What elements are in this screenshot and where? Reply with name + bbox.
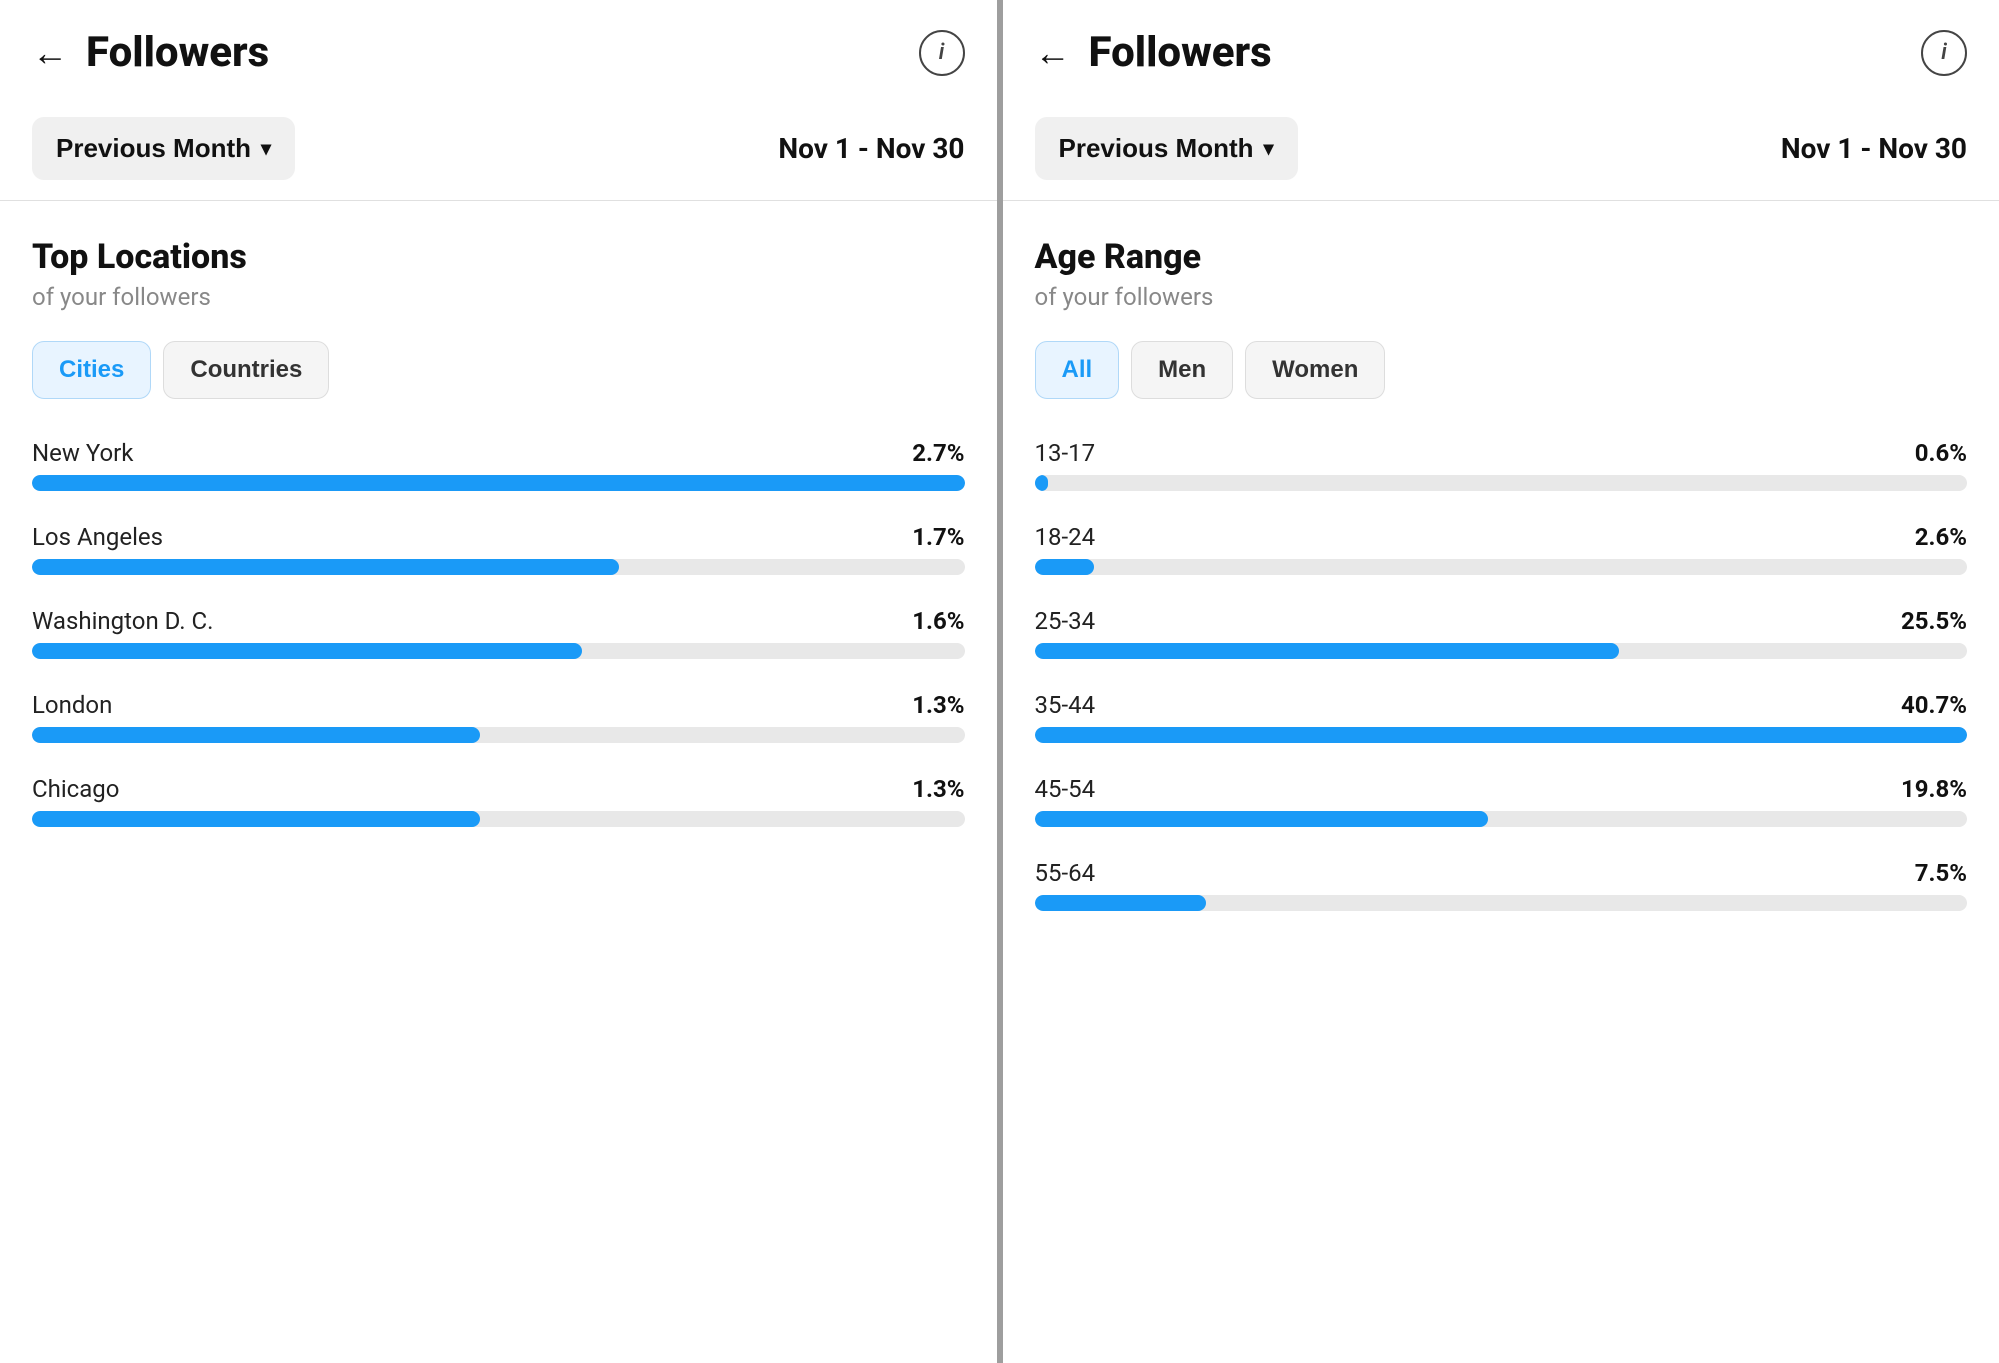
list-item: 25-34 25.5% xyxy=(1035,607,1968,659)
left-filter-row: Previous Month ▾ Nov 1 - Nov 30 xyxy=(0,97,997,201)
city-pct: 1.7% xyxy=(912,523,964,551)
bar-fill xyxy=(32,811,480,827)
bar-fill xyxy=(32,559,619,575)
list-item: 55-64 7.5% xyxy=(1035,859,1968,911)
age-range-label: 45-54 xyxy=(1035,775,1096,803)
city-pct: 1.3% xyxy=(912,691,964,719)
city-name: London xyxy=(32,691,112,719)
left-date-range: Nov 1 - Nov 30 xyxy=(778,132,964,165)
right-page-title: Followers xyxy=(1089,28,1272,77)
left-section-title: Top Locations xyxy=(32,237,965,277)
bar-track xyxy=(32,811,965,827)
right-date-range: Nov 1 - Nov 30 xyxy=(1781,132,1967,165)
right-back-button[interactable]: ← xyxy=(1035,35,1071,71)
tab-all[interactable]: All xyxy=(1035,341,1120,399)
right-period-button[interactable]: Previous Month ▾ xyxy=(1035,117,1298,180)
left-back-button[interactable]: ← xyxy=(32,35,68,71)
bar-track xyxy=(1035,643,1968,659)
bar-track xyxy=(1035,811,1968,827)
left-chevron-icon: ▾ xyxy=(261,136,271,161)
left-page-title: Followers xyxy=(86,28,269,77)
bar-track xyxy=(32,643,965,659)
age-range-pct: 7.5% xyxy=(1915,859,1967,887)
bar-track xyxy=(1035,895,1968,911)
city-name: New York xyxy=(32,439,133,467)
bar-track xyxy=(32,727,965,743)
bar-track xyxy=(1035,475,1968,491)
right-header-left: ← Followers xyxy=(1035,28,1272,77)
age-range-label: 55-64 xyxy=(1035,859,1096,887)
bar-fill xyxy=(1035,643,1620,659)
left-period-label: Previous Month xyxy=(56,133,251,164)
list-item: 35-44 40.7% xyxy=(1035,691,1968,743)
left-header: ← Followers i xyxy=(0,0,997,97)
list-item: Chicago 1.3% xyxy=(32,775,965,827)
city-name: Washington D. C. xyxy=(32,607,213,635)
city-name: Chicago xyxy=(32,775,119,803)
right-content: Age Range of your followers All Men Wome… xyxy=(1003,201,1999,1363)
bar-fill xyxy=(1035,559,1095,575)
tab-women[interactable]: Women xyxy=(1245,341,1385,399)
list-item: New York 2.7% xyxy=(32,439,965,491)
list-item: 45-54 19.8% xyxy=(1035,775,1968,827)
age-range-label: 18-24 xyxy=(1035,523,1096,551)
right-chevron-icon: ▾ xyxy=(1264,136,1274,161)
bar-fill xyxy=(1035,811,1488,827)
city-pct: 1.3% xyxy=(912,775,964,803)
bar-fill xyxy=(1035,727,1968,743)
right-info-button[interactable]: i xyxy=(1921,30,1967,76)
bar-fill xyxy=(1035,895,1207,911)
age-range-label: 13-17 xyxy=(1035,439,1096,467)
left-header-left: ← Followers xyxy=(32,28,269,77)
list-item: 13-17 0.6% xyxy=(1035,439,1968,491)
right-header: ← Followers i xyxy=(1003,0,1999,97)
right-period-label: Previous Month xyxy=(1059,133,1254,164)
age-range-label: 35-44 xyxy=(1035,691,1096,719)
city-name: Los Angeles xyxy=(32,523,163,551)
right-section-subtitle: of your followers xyxy=(1035,283,1968,311)
right-filter-row: Previous Month ▾ Nov 1 - Nov 30 xyxy=(1003,97,1999,201)
list-item: Los Angeles 1.7% xyxy=(32,523,965,575)
left-section-subtitle: of your followers xyxy=(32,283,965,311)
bar-track xyxy=(32,475,965,491)
city-pct: 2.7% xyxy=(912,439,964,467)
right-section-title: Age Range xyxy=(1035,237,1968,277)
tab-men[interactable]: Men xyxy=(1131,341,1233,399)
age-range-pct: 2.6% xyxy=(1915,523,1967,551)
bar-fill xyxy=(32,475,965,491)
bar-track xyxy=(32,559,965,575)
bar-track xyxy=(1035,727,1968,743)
left-panel: ← Followers i Previous Month ▾ Nov 1 - N… xyxy=(0,0,997,1363)
list-item: Washington D. C. 1.6% xyxy=(32,607,965,659)
left-period-button[interactable]: Previous Month ▾ xyxy=(32,117,295,180)
tab-countries[interactable]: Countries xyxy=(163,341,329,399)
bar-fill xyxy=(1035,475,1049,491)
bar-fill xyxy=(32,643,582,659)
left-info-button[interactable]: i xyxy=(919,30,965,76)
bar-track xyxy=(1035,559,1968,575)
age-range-pct: 40.7% xyxy=(1901,691,1967,719)
list-item: London 1.3% xyxy=(32,691,965,743)
age-range-pct: 19.8% xyxy=(1901,775,1967,803)
left-content: Top Locations of your followers Cities C… xyxy=(0,201,997,1363)
age-range-pct: 0.6% xyxy=(1915,439,1967,467)
list-item: 18-24 2.6% xyxy=(1035,523,1968,575)
age-range-pct: 25.5% xyxy=(1901,607,1967,635)
city-pct: 1.6% xyxy=(912,607,964,635)
right-tab-group: All Men Women xyxy=(1035,341,1968,399)
tab-cities[interactable]: Cities xyxy=(32,341,151,399)
age-range-label: 25-34 xyxy=(1035,607,1096,635)
right-panel: ← Followers i Previous Month ▾ Nov 1 - N… xyxy=(1003,0,1999,1363)
left-tab-group: Cities Countries xyxy=(32,341,965,399)
bar-fill xyxy=(32,727,480,743)
